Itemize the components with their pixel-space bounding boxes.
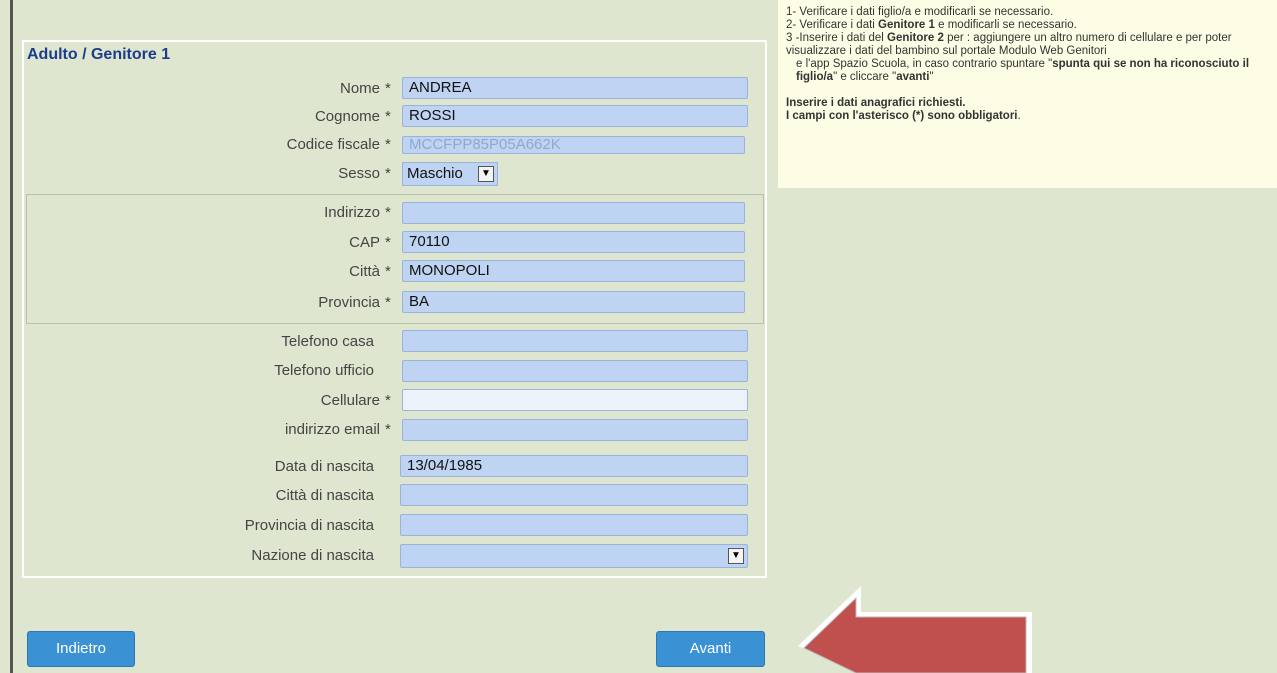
instruction-4: e l'app Spazio Scuola, in caso contrario… — [796, 58, 1250, 83]
telefono-casa-input[interactable] — [402, 330, 748, 352]
provincia-input[interactable]: BA — [402, 291, 745, 313]
cellulare-required: * — [385, 392, 391, 409]
data-nascita-input[interactable]: 13/04/1985 — [400, 455, 748, 477]
sesso-select[interactable]: Maschio ▼ — [402, 162, 498, 186]
cognome-required: * — [385, 108, 391, 125]
citta-label: Città — [349, 263, 380, 280]
back-button[interactable]: Indietro — [27, 631, 135, 667]
citta-row: Città — [0, 261, 380, 283]
indirizzo-input[interactable] — [402, 202, 745, 224]
provincia-nascita-label: Provincia di nascita — [244, 517, 374, 534]
email-input[interactable] — [402, 419, 748, 441]
chevron-down-icon[interactable]: ▼ — [478, 166, 494, 182]
nome-label: Nome — [339, 80, 380, 97]
telefono-ufficio-row: Telefono ufficio — [0, 360, 374, 382]
email-required: * — [385, 421, 391, 438]
telefono-casa-label: Telefono casa — [281, 333, 374, 350]
cognome-input[interactable]: ROSSI — [402, 105, 748, 127]
indirizzo-label: Indirizzo — [324, 204, 380, 221]
provincia-row: Provincia — [0, 292, 380, 314]
provincia-label: Provincia — [318, 294, 380, 311]
provincia-nascita-row: Provincia di nascita — [0, 515, 374, 537]
cap-label: CAP — [349, 234, 380, 251]
citta-input[interactable]: MONOPOLI — [402, 260, 745, 282]
codice-fiscale-required: * — [385, 136, 391, 153]
sesso-row: Sesso — [0, 163, 380, 185]
instruction-1: 1- Verificare i dati figlio/a e modifica… — [786, 6, 1054, 18]
cognome-label: Cognome — [314, 108, 380, 125]
cellulare-label: Cellulare — [320, 392, 380, 409]
instruction-required-data: Inserire i dati anagrafici richiesti. — [786, 97, 966, 109]
cellulare-row: Cellulare — [0, 390, 380, 412]
instruction-2: 2- Verificare i dati Genitore 1 e modifi… — [786, 19, 1077, 31]
codice-fiscale-row: Codice fiscale — [0, 134, 380, 156]
nazione-nascita-select[interactable]: ▼ — [400, 544, 748, 568]
citta-nascita-input[interactable] — [400, 484, 748, 506]
indirizzo-required: * — [385, 204, 391, 221]
cap-required: * — [385, 234, 391, 251]
nazione-nascita-label: Nazione di nascita — [251, 547, 374, 564]
citta-nascita-row: Città di nascita — [0, 485, 374, 507]
email-label: indirizzo email — [284, 421, 380, 438]
section-title: Adulto / Genitore 1 — [27, 46, 171, 63]
data-nascita-label: Data di nascita — [274, 458, 374, 475]
indirizzo-row: Indirizzo — [0, 202, 380, 224]
telefono-ufficio-input[interactable] — [402, 360, 748, 382]
telefono-ufficio-label: Telefono ufficio — [274, 362, 374, 379]
nome-required: * — [385, 80, 391, 97]
codice-fiscale-input: MCCFPP85P05A662K — [402, 136, 745, 154]
nome-row: Nome — [0, 78, 380, 100]
cap-row: CAP — [0, 232, 380, 254]
sesso-select-value: Maschio — [407, 165, 463, 182]
cap-input[interactable]: 70110 — [402, 231, 745, 253]
sesso-label: Sesso — [338, 165, 380, 182]
chevron-down-icon[interactable]: ▼ — [728, 548, 744, 564]
sesso-required: * — [385, 165, 391, 182]
provincia-required: * — [385, 294, 391, 311]
citta-required: * — [385, 263, 391, 280]
telefono-casa-row: Telefono casa — [0, 331, 374, 353]
instruction-asterisk: I campi con l'asterisco (*) sono obbliga… — [786, 110, 1021, 122]
data-nascita-row: Data di nascita — [0, 456, 374, 478]
instructions-panel: 1- Verificare i dati figlio/a e modifica… — [778, 0, 1277, 188]
nome-input[interactable]: ANDREA — [402, 77, 748, 99]
cellulare-input[interactable] — [402, 389, 748, 411]
cognome-row: Cognome — [0, 106, 380, 128]
instruction-3: 3 -Inserire i dati del Genitore 2 per : … — [786, 32, 1232, 57]
red-arrow-annotation — [798, 586, 1032, 673]
provincia-nascita-input[interactable] — [400, 514, 748, 536]
codice-fiscale-label: Codice fiscale — [286, 136, 380, 153]
nazione-nascita-row: Nazione di nascita — [0, 545, 374, 567]
citta-nascita-label: Città di nascita — [275, 487, 374, 504]
next-button[interactable]: Avanti — [656, 631, 765, 667]
email-row: indirizzo email — [0, 419, 380, 441]
